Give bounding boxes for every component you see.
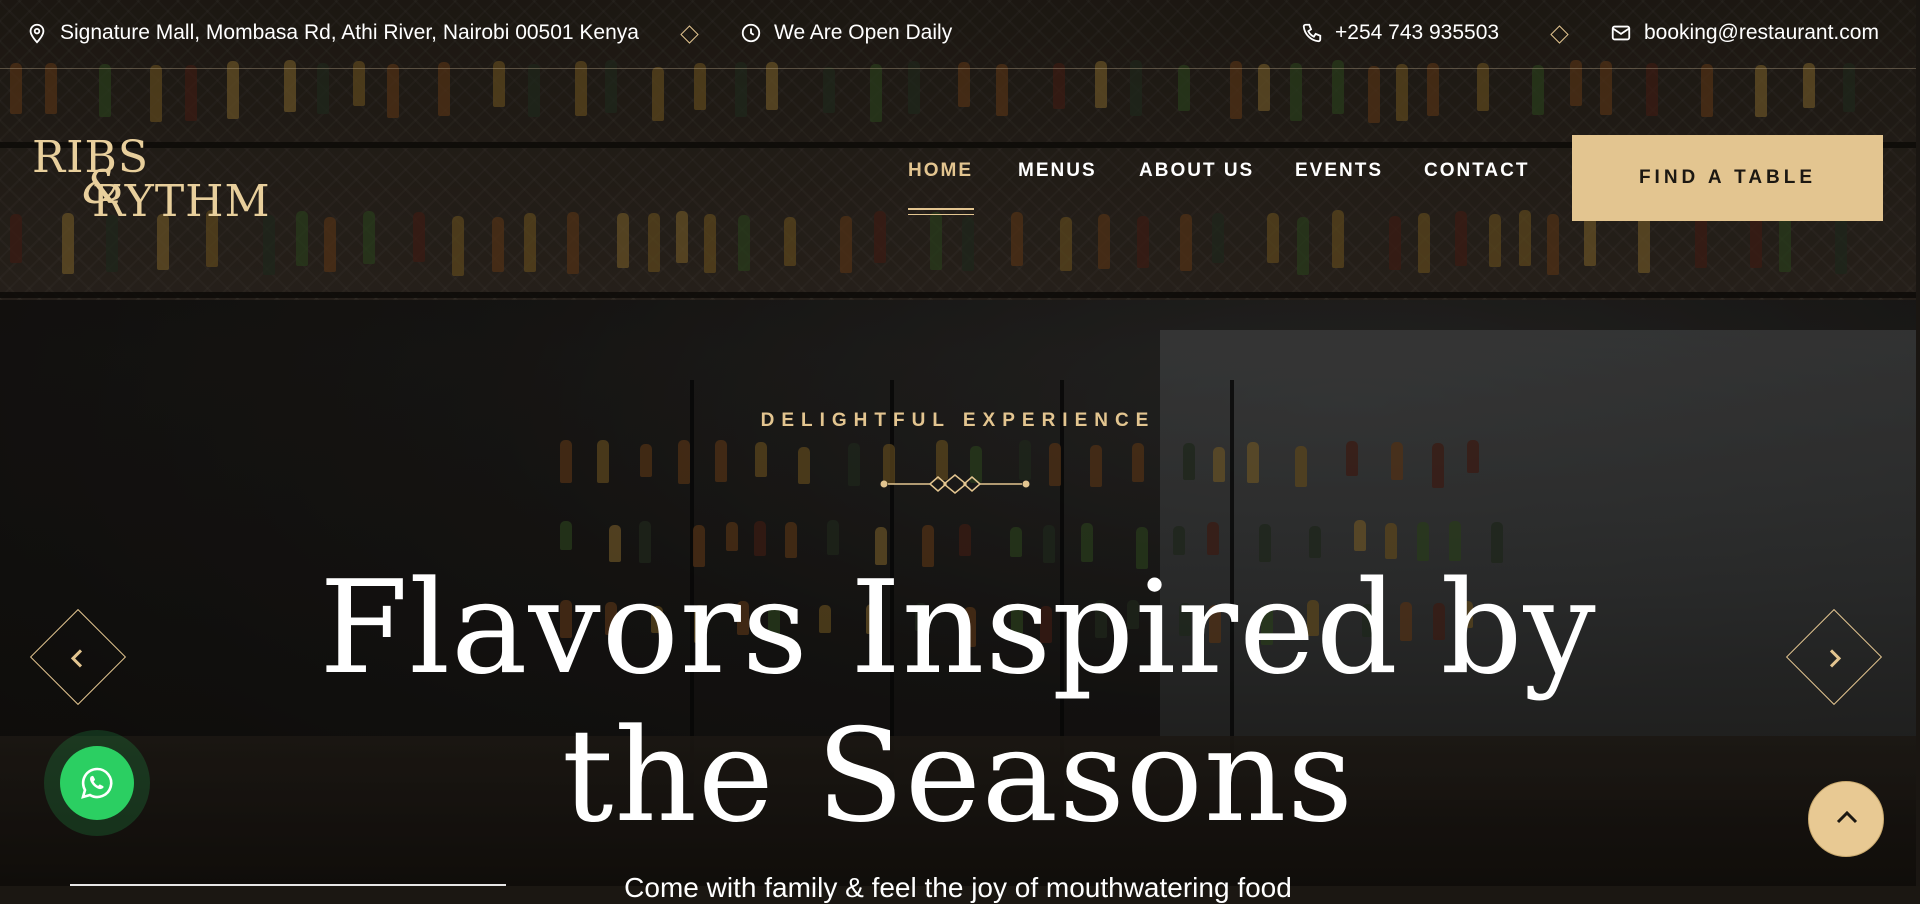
- whatsapp-button[interactable]: [44, 730, 150, 836]
- hero-headline-line2: the Seasons: [562, 702, 1354, 851]
- logo-line2: RYTHM: [92, 176, 271, 227]
- address-item: Signature Mall, Mombasa Rd, Athi River, …: [26, 21, 639, 45]
- nav-home[interactable]: HOME: [908, 160, 973, 182]
- phone-link[interactable]: +254 743 935503: [1301, 21, 1499, 45]
- chevron-left-icon: [70, 649, 83, 668]
- map-pin-icon: [29, 23, 45, 44]
- nav-events[interactable]: EVENTS: [1295, 160, 1383, 182]
- phone-icon: [1302, 23, 1322, 43]
- chevron-right-icon: [1829, 649, 1842, 668]
- hero-headline-line1: Flavors Inspired by: [319, 554, 1597, 703]
- nav-active-underline: [908, 208, 974, 210]
- back-to-top-button[interactable]: [1808, 781, 1884, 857]
- nav-contact[interactable]: CONTACT: [1424, 160, 1529, 182]
- nav-active-underline: [908, 214, 974, 215]
- find-a-table-button[interactable]: FIND A TABLE: [1572, 135, 1883, 221]
- phone-text: +254 743 935503: [1335, 21, 1500, 44]
- nav-about-us[interactable]: ABOUT US: [1139, 160, 1254, 182]
- separator-diamond: [1550, 25, 1569, 44]
- email-text: booking@restaurant.com: [1644, 21, 1879, 44]
- address-text: Signature Mall, Mombasa Rd, Athi River, …: [60, 21, 639, 44]
- hours-item: We Are Open Daily: [740, 21, 952, 45]
- separator-diamond: [680, 25, 699, 44]
- mail-icon: [1611, 25, 1631, 41]
- email-link[interactable]: booking@restaurant.com: [1610, 21, 1879, 45]
- top-info-bar: Signature Mall, Mombasa Rd, Athi River, …: [0, 0, 1916, 69]
- hours-text: We Are Open Daily: [774, 21, 953, 44]
- whatsapp-icon: [81, 767, 113, 799]
- chevron-up-icon: [1836, 810, 1858, 824]
- ornament-divider: [880, 474, 1030, 494]
- clock-icon: [741, 23, 761, 43]
- hero-headline: Flavors Inspired by the Seasons: [0, 555, 1916, 851]
- whatsapp-circle: [60, 746, 134, 820]
- site-logo[interactable]: RIBS & RYTHM: [30, 132, 275, 227]
- page-scrollbar[interactable]: [1916, 0, 1920, 886]
- hero-subline: Come with family & feel the joy of mouth…: [624, 872, 1292, 903]
- hero-eyebrow: DELIGHTFUL EXPERIENCE: [760, 410, 1156, 431]
- nav-menus[interactable]: MENUS: [1018, 160, 1097, 182]
